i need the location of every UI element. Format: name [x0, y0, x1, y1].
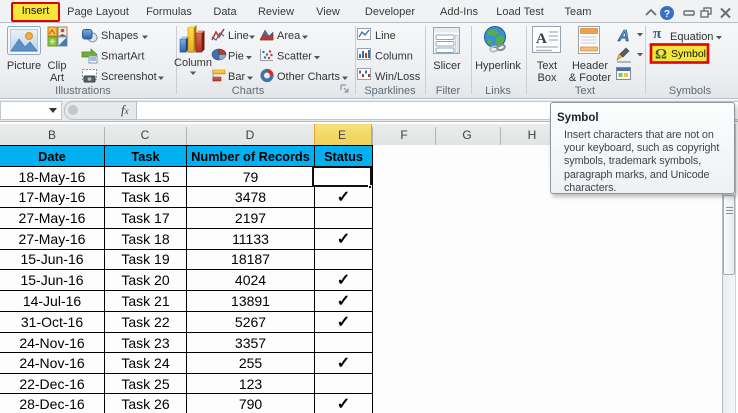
svg-text:Scatter: Scatter [277, 51, 312, 63]
svg-text:A: A [617, 28, 630, 45]
svg-text:Header: Header [572, 60, 608, 72]
svg-text:Equation: Equation [670, 31, 713, 43]
svg-text:A: A [536, 31, 547, 47]
svg-text:Line: Line [375, 30, 396, 42]
svg-text:Symbol: Symbol [671, 48, 706, 60]
svg-text:Hyperlink: Hyperlink [475, 60, 521, 72]
svg-text:Picture: Picture [7, 60, 41, 72]
svg-text:Other Charts: Other Charts [277, 71, 340, 83]
svg-text:Clip: Clip [48, 60, 67, 72]
svg-text:Line: Line [228, 30, 249, 42]
svg-text:Pie: Pie [228, 51, 244, 63]
svg-text:& Footer: & Footer [569, 72, 612, 84]
svg-text:Screenshot: Screenshot [101, 71, 157, 83]
svg-text:?: ? [664, 9, 670, 20]
svg-text:Art: Art [50, 72, 64, 84]
svg-text:Area: Area [277, 30, 301, 42]
svg-text:Column: Column [375, 51, 413, 63]
svg-text:Text: Text [537, 60, 557, 72]
svg-text:Column: Column [174, 57, 212, 69]
svg-text:Ω: Ω [655, 47, 667, 63]
svg-text:SmartArt: SmartArt [101, 51, 144, 63]
svg-text:Box: Box [538, 72, 557, 84]
svg-text:Bar: Bar [228, 71, 245, 83]
svg-text:Win/Loss: Win/Loss [375, 71, 421, 83]
svg-text:π: π [653, 26, 662, 42]
svg-text:Slicer: Slicer [433, 60, 461, 72]
svg-text:Shapes: Shapes [101, 30, 139, 42]
